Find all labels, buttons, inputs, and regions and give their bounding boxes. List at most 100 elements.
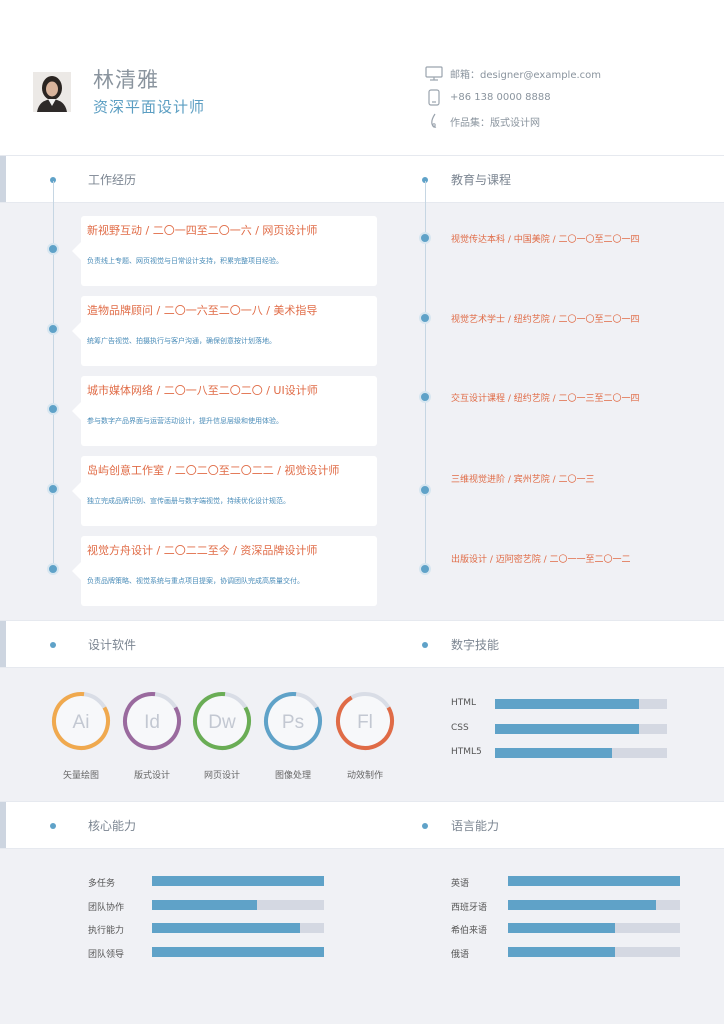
software-label: 图像处理: [274, 771, 311, 781]
timeline-dot: [47, 563, 59, 575]
work-entry-desc: 参与数字产品界面与运营活动设计，提升信息层级和使用体验。: [87, 417, 283, 425]
education-entry: 视觉传达本科 / 中国美院 / 二〇一〇至二〇一四: [451, 235, 640, 245]
timeline-line-work: [53, 181, 54, 571]
work-entry-desc: 统筹广告视觉、拍摄执行与客户沟通，确保创意按计划落地。: [87, 337, 276, 345]
contact-email-text: 邮箱：designer@example.com: [450, 69, 602, 81]
section-dot: [50, 642, 56, 648]
ring-abbr: Dw: [208, 712, 236, 733]
timeline-dot: [419, 391, 431, 403]
timeline-dot: [47, 243, 59, 255]
section-bar-software-digital: 设计软件 数字技能: [0, 620, 724, 668]
timeline-dot: [419, 563, 431, 575]
work-entry: 城市媒体网络 / 二〇一八至二〇二〇 / UI设计师 参与数字产品界面与运营活动…: [72, 376, 377, 446]
language-track: [508, 900, 680, 910]
section-bar-core-language: 核心能力 语言能力: [0, 801, 724, 849]
timeline-dot: [47, 403, 59, 415]
section-title-digital: 数字技能: [451, 638, 500, 652]
work-entry-title: 岛屿创意工作室 / 二〇二〇至二〇二二 / 视觉设计师: [87, 464, 340, 477]
bar-accent: [0, 802, 6, 848]
contact-portfolio[interactable]: 作品集：版式设计网: [424, 112, 540, 130]
language-fill: [508, 900, 656, 910]
section-title-language: 语言能力: [451, 819, 500, 833]
timeline-dot: [419, 484, 431, 496]
software-ring-dw: Dw: [191, 690, 253, 752]
core-skill-track: [152, 923, 324, 933]
section-title-core: 核心能力: [88, 819, 137, 833]
bar-accent: [0, 621, 6, 667]
work-entry-desc: 负责线上专题、网页视觉与日常设计支持，积累完整项目经验。: [87, 257, 283, 265]
section-dot: [422, 823, 428, 829]
education-entry: 三维视觉进阶 / 宾州艺院 / 二〇一三: [451, 475, 595, 485]
ring-abbr: Ps: [282, 712, 304, 733]
work-entry: 新视野互动 / 二〇一四至二〇一六 / 网页设计师 负责线上专题、网页视觉与日常…: [72, 216, 377, 286]
language-label: 俄语: [451, 950, 470, 960]
language-track: [508, 947, 680, 957]
timeline-dot: [419, 232, 431, 244]
education-entry: 视觉艺术学士 / 纽约艺院 / 二〇一〇至二〇一四: [451, 315, 640, 325]
software-ring-id: Id: [121, 690, 183, 752]
software-label: 矢量绘图: [62, 771, 99, 781]
core-skill-label: 执行能力: [88, 926, 125, 936]
section-dot: [422, 642, 428, 648]
work-entry-desc: 独立完成品牌识别、宣传画册与数字端视觉，持续优化设计规范。: [87, 497, 290, 505]
core-skill-fill: [152, 947, 324, 957]
core-skill-fill: [152, 876, 324, 886]
core-language-band: 多任务 团队协作 执行能力 团队领导 英语 西班牙语 希伯来语 俄语: [0, 849, 724, 1024]
education-entry: 交互设计课程 / 纽约艺院 / 二〇一三至二〇一四: [451, 394, 640, 404]
resume-header: 林清雅 资深平面设计师 邮箱：designer@example.com +86 …: [0, 0, 724, 155]
core-skill-label: 多任务: [88, 879, 116, 889]
software-label: 版式设计: [133, 771, 170, 781]
language-label: 西班牙语: [451, 903, 488, 913]
work-entry: 视觉方舟设计 / 二〇二二至今 / 资深品牌设计师 负责品牌策略、视觉系统与重点…: [72, 536, 377, 606]
digital-skill-fill: [495, 724, 640, 734]
portrait-icon: [33, 72, 71, 112]
language-track: [508, 923, 680, 933]
timeline-dot: [419, 312, 431, 324]
pen-icon: [424, 112, 444, 130]
ring-abbr: Id: [144, 712, 160, 733]
language-label: 希伯来语: [451, 926, 488, 936]
software-ring-ps: Ps: [262, 690, 324, 752]
language-fill: [508, 923, 615, 933]
digital-skill-fill: [495, 748, 612, 758]
section-title-education: 教育与课程: [451, 173, 512, 187]
core-skill-label: 团队协作: [88, 903, 125, 913]
software-digital-band: Ai 矢量绘图 Id 版式设计 Dw 网页设计 Ps 图像处理 Fl 动效制作 HTML CSS …: [0, 668, 724, 801]
work-entry: 造物品牌顾问 / 二〇一六至二〇一八 / 美术指导 统筹广告视觉、拍摄执行与客户…: [72, 296, 377, 366]
work-entry: 岛屿创意工作室 / 二〇二〇至二〇二二 / 视觉设计师 独立完成品牌识别、宣传画…: [72, 456, 377, 526]
digital-skill-fill: [495, 699, 640, 709]
software-label: 动效制作: [346, 771, 383, 781]
language-track: [508, 876, 680, 886]
core-skill-track: [152, 876, 324, 886]
software-ring-fl: Fl: [334, 690, 396, 752]
candidate-role: 资深平面设计师: [93, 98, 206, 116]
ring-abbr: Fl: [357, 712, 373, 733]
phone-icon: [424, 88, 444, 106]
language-fill: [508, 947, 615, 957]
software-label: 网页设计: [203, 771, 240, 781]
core-skill-fill: [152, 923, 300, 933]
digital-skill-track: [495, 699, 667, 709]
monitor-icon: [424, 64, 444, 82]
work-entry-title: 视觉方舟设计 / 二〇二二至今 / 资深品牌设计师: [87, 544, 318, 557]
digital-skill-track: [495, 748, 667, 758]
work-entry-title: 造物品牌顾问 / 二〇一六至二〇一八 / 美术指导: [87, 304, 318, 317]
contact-phone[interactable]: +86 138 0000 8888: [424, 88, 551, 106]
section-bar-work-education: 工作经历 教育与课程: [0, 155, 724, 203]
timeline-dot: [47, 323, 59, 335]
avatar: [33, 72, 71, 112]
language-fill: [508, 876, 680, 886]
software-ring-ai: Ai: [50, 690, 112, 752]
section-title-work: 工作经历: [88, 173, 137, 187]
section-dot: [50, 823, 56, 829]
ring-abbr: Ai: [73, 712, 90, 733]
work-education-band: 新视野互动 / 二〇一四至二〇一六 / 网页设计师 负责线上专题、网页视觉与日常…: [0, 181, 724, 620]
core-skill-label: 团队领导: [88, 950, 125, 960]
contact-email[interactable]: 邮箱：designer@example.com: [424, 64, 601, 82]
digital-skill-label: HTML: [451, 698, 477, 708]
core-skill-track: [152, 947, 324, 957]
core-skill-fill: [152, 900, 257, 910]
work-entry-title: 新视野互动 / 二〇一四至二〇一六 / 网页设计师: [87, 224, 318, 237]
work-entry-title: 城市媒体网络 / 二〇一八至二〇二〇 / UI设计师: [87, 384, 318, 397]
contact-portfolio-text: 作品集：版式设计网: [450, 117, 540, 129]
